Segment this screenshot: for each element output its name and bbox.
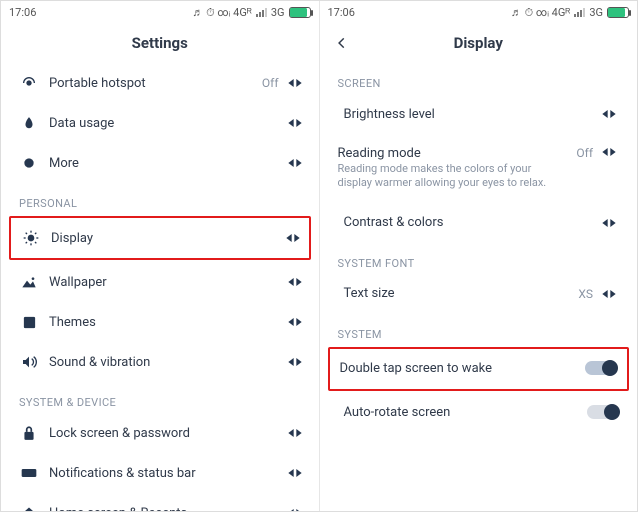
network-label: 3G (589, 7, 603, 18)
chevron-right-icon (599, 108, 619, 120)
item-label: Data usage (43, 116, 285, 131)
item-label: Double tap screen to wake (340, 361, 586, 376)
header-settings: Settings (1, 23, 319, 63)
item-reading-mode[interactable]: Reading mode Reading mode makes the colo… (320, 134, 638, 203)
item-value: XS (578, 287, 593, 301)
status-time: 17:06 (9, 6, 36, 19)
back-button[interactable] (330, 31, 354, 55)
data-usage-icon (15, 115, 43, 131)
display-icon (17, 230, 45, 246)
more-icon (15, 155, 43, 171)
page-title: Settings (132, 34, 188, 52)
section-personal: PERSONAL (1, 183, 319, 214)
section-system-font: SYSTEM FONT (320, 243, 638, 274)
item-label: Lock screen & password (43, 426, 285, 441)
item-label: Display (45, 231, 283, 246)
item-data-usage[interactable]: Data usage (1, 103, 319, 143)
item-brightness[interactable]: Brightness level (320, 94, 638, 134)
chevron-right-icon (285, 276, 305, 288)
item-double-tap-to-wake[interactable]: Double tap screen to wake (330, 349, 628, 389)
chevron-right-icon (599, 288, 619, 300)
chevron-right-icon (285, 157, 305, 169)
item-text-size[interactable]: Text size XS (320, 274, 638, 314)
item-themes[interactable]: Themes (1, 302, 319, 342)
item-display[interactable]: Display (11, 218, 309, 258)
display-list[interactable]: SCREEN Brightness level Reading mode Rea… (320, 63, 638, 511)
status-bar: 17:06 ♬ ⏱ ∞ᵢ 4Gᴿ 3G (1, 1, 319, 23)
chevron-right-icon (285, 316, 305, 328)
chevron-right-icon (285, 356, 305, 368)
themes-icon (15, 315, 43, 330)
item-lock-screen[interactable]: Lock screen & password (1, 413, 319, 453)
section-system: SYSTEM (320, 314, 638, 345)
chevron-right-icon (599, 217, 619, 229)
item-contrast-colors[interactable]: Contrast & colors (320, 203, 638, 243)
status-icons: ♬ ⏱ ∞ᵢ 4Gᴿ 3G (511, 7, 629, 18)
item-subtext: Reading mode makes the colors of your di… (338, 162, 558, 191)
chevron-right-icon (599, 146, 619, 158)
item-auto-rotate[interactable]: Auto-rotate screen (320, 393, 638, 433)
status-misc-icons: ♬ ⏱ ∞ᵢ 4Gᴿ (192, 7, 251, 18)
chevron-right-icon (283, 232, 303, 244)
item-label: More (43, 156, 285, 171)
page-title: Display (454, 34, 503, 52)
chevron-right-icon (285, 77, 305, 89)
hotspot-icon (15, 75, 43, 91)
item-label: Text size (338, 286, 579, 301)
header-display: Display (320, 23, 638, 63)
lock-icon (15, 425, 43, 441)
phone-settings: 17:06 ♬ ⏱ ∞ᵢ 4Gᴿ 3G Settings Portable ho… (1, 1, 319, 511)
item-more[interactable]: More (1, 143, 319, 183)
item-label: Wallpaper (43, 275, 285, 290)
item-label: Reading mode (338, 146, 577, 161)
status-time: 17:06 (328, 6, 355, 19)
toggle-double-tap[interactable] (585, 361, 617, 377)
signal-bars-icon (256, 7, 267, 17)
highlight-double-tap: Double tap screen to wake (328, 347, 630, 391)
item-label: Home screen & Recents (43, 506, 285, 512)
notifications-icon (15, 467, 43, 479)
status-icons: ♬ ⏱ ∞ᵢ 4Gᴿ 3G (192, 7, 310, 18)
item-label: Sound & vibration (43, 355, 285, 370)
item-wallpaper[interactable]: Wallpaper (1, 262, 319, 302)
chevron-right-icon (285, 467, 305, 479)
dual-phone-frame: 17:06 ♬ ⏱ ∞ᵢ 4Gᴿ 3G Settings Portable ho… (0, 0, 638, 512)
item-portable-hotspot[interactable]: Portable hotspot Off (1, 63, 319, 103)
item-value: Off (576, 146, 593, 160)
section-system-device: SYSTEM & DEVICE (1, 382, 319, 413)
battery-icon (289, 7, 311, 18)
battery-icon (607, 7, 629, 18)
item-label: Brightness level (338, 107, 600, 122)
item-label: Contrast & colors (338, 215, 600, 230)
item-notifications[interactable]: Notifications & status bar (1, 453, 319, 493)
wallpaper-icon (15, 275, 43, 289)
home-icon (15, 506, 43, 512)
signal-bars-icon (574, 7, 585, 17)
item-value: Off (262, 76, 279, 90)
item-label: Portable hotspot (43, 76, 262, 91)
item-label: Auto-rotate screen (338, 405, 588, 420)
chevron-right-icon (285, 507, 305, 511)
toggle-auto-rotate[interactable] (587, 405, 619, 421)
item-label: Themes (43, 315, 285, 330)
highlight-display: Display (9, 216, 311, 260)
item-label: Notifications & status bar (43, 466, 285, 481)
settings-list[interactable]: Portable hotspot Off Data usage (1, 63, 319, 511)
section-screen: SCREEN (320, 63, 638, 94)
chevron-right-icon (285, 117, 305, 129)
status-bar: 17:06 ♬ ⏱ ∞ᵢ 4Gᴿ 3G (320, 1, 638, 23)
status-misc-icons: ♬ ⏱ ∞ᵢ 4Gᴿ (511, 7, 570, 18)
network-label: 3G (271, 7, 285, 18)
phone-display: 17:06 ♬ ⏱ ∞ᵢ 4Gᴿ 3G Display SCREEN Brigh… (319, 1, 638, 511)
sound-icon (15, 355, 43, 369)
item-sound-vibration[interactable]: Sound & vibration (1, 342, 319, 382)
item-home-recents[interactable]: Home screen & Recents (1, 493, 319, 511)
chevron-right-icon (285, 427, 305, 439)
